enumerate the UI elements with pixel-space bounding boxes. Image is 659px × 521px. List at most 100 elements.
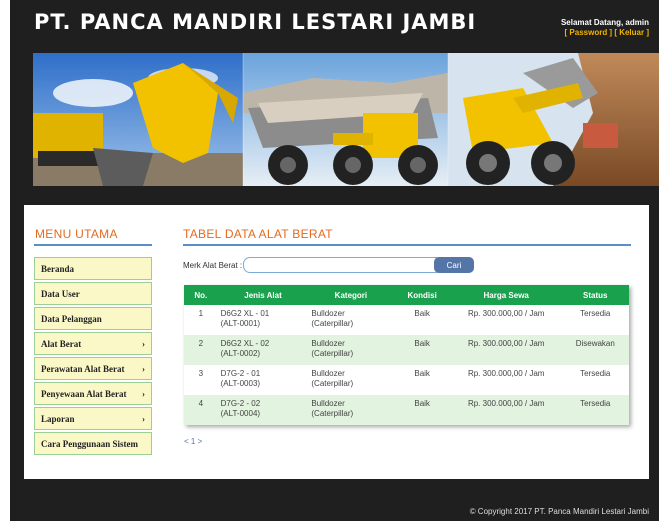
column-header: Kategori: [308, 285, 394, 305]
cell-text: Tersedia: [580, 399, 611, 408]
sidebar-item-label: Data User: [41, 288, 80, 299]
sidebar-item[interactable]: Alat Berat ›: [34, 332, 152, 355]
sidebar-item-label: Beranda: [41, 263, 75, 274]
table-cell: 4: [184, 395, 218, 425]
sidebar-item-label: Laporan: [41, 413, 75, 424]
sidebar-title-divider: [34, 244, 152, 246]
cell-text: D7G-2 - 01: [220, 369, 261, 378]
search-button[interactable]: Cari: [434, 257, 474, 273]
account-links: [ Password ] [ Keluar ]: [564, 28, 649, 37]
pagination[interactable]: < 1 >: [184, 437, 202, 446]
sidebar-item-label: Perawatan Alat Berat: [41, 363, 125, 374]
table-cell: Rp. 300.000,00 / Jam: [450, 395, 562, 425]
cell-text: Baik: [414, 339, 430, 348]
table-cell: 3: [184, 365, 218, 395]
table-cell: Baik: [393, 395, 451, 425]
column-header: Harga Sewa: [450, 285, 562, 305]
cell-text: Bulldozer: [311, 309, 345, 318]
table-cell: Bulldozer (Caterpillar): [308, 365, 394, 395]
cell-text: Rp. 300.000,00 / Jam: [467, 399, 545, 408]
sidebar-item-label: Penyewaan Alat Berat: [41, 388, 127, 399]
search-input[interactable]: [243, 257, 443, 273]
table-row: 3 D7G-2 - 01 (ALT-0003) Bulldozer (Caterpill…: [184, 365, 629, 395]
submenu-arrow-icon: ›: [142, 363, 145, 374]
logout-link[interactable]: Keluar: [619, 28, 644, 37]
table-cell: 1: [184, 305, 218, 335]
sidebar-item[interactable]: Penyewaan Alat Berat ›: [34, 382, 152, 405]
cell-text: Rp. 300.000,00 / Jam: [467, 309, 545, 318]
table-cell: D6G2 XL - 02 (ALT-0002): [217, 335, 309, 365]
column-header: Status: [561, 285, 629, 305]
sidebar-item[interactable]: Data User: [34, 282, 152, 305]
cell-text: Bulldozer: [311, 339, 345, 348]
cell-text: 4: [198, 399, 204, 408]
cell-text: D6G2 XL - 01: [220, 309, 270, 318]
cell-text: 3: [198, 369, 204, 378]
header-banner-image: [33, 53, 659, 186]
table-cell: Tersedia: [561, 365, 629, 395]
sidebar-title: MENU UTAMA: [35, 227, 118, 241]
column-header: Kondisi: [393, 285, 451, 305]
cell-text: Tersedia: [580, 309, 611, 318]
cell-text: Rp. 300.000,00 / Jam: [467, 369, 545, 378]
column-header: Jenis Alat: [217, 285, 309, 305]
sidebar-menu: Beranda Data User Data Pelanggan Alat Berat…: [34, 257, 152, 457]
table-cell: D7G-2 - 02 (ALT-0004): [217, 395, 309, 425]
table-cell: Baik: [393, 365, 451, 395]
cell-text: Baik: [414, 399, 430, 408]
table-cell: D7G-2 - 01 (ALT-0003): [217, 365, 309, 395]
cell-text: Baik: [414, 309, 430, 318]
table-cell: Bulldozer (Caterpillar): [308, 335, 394, 365]
table-cell: 2: [184, 335, 218, 365]
table-cell: Bulldozer (Caterpillar): [308, 305, 394, 335]
table-cell: Bulldozer (Caterpillar): [308, 395, 394, 425]
cell-text: (ALT-0001): [220, 319, 261, 328]
cell-text: D7G-2 - 02: [220, 399, 261, 408]
sidebar-item[interactable]: Beranda: [34, 257, 152, 280]
cell-text: (Caterpillar): [311, 349, 354, 358]
table-cell: Baik: [393, 305, 451, 335]
submenu-arrow-icon: ›: [142, 338, 145, 349]
sidebar-item-label: Data Pelanggan: [41, 313, 102, 324]
sidebar-item-label: Alat Berat: [41, 338, 82, 349]
site-title: PT. PANCA MANDIRI LESTARI JAMBI: [34, 10, 477, 34]
sidebar-item[interactable]: Laporan ›: [34, 407, 152, 430]
user-welcome: Selamat Datang, admin [ Password ] [ Kel…: [561, 18, 649, 38]
table-cell: Disewakan: [561, 335, 629, 365]
table-cell: D6G2 XL - 01 (ALT-0001): [217, 305, 309, 335]
sidebar-item[interactable]: Perawatan Alat Berat ›: [34, 357, 152, 380]
cell-text: Bulldozer: [311, 399, 345, 408]
column-header: No.: [184, 285, 218, 305]
page-title-divider: [183, 244, 631, 246]
cell-text: Rp. 300.000,00 / Jam: [467, 339, 545, 348]
cell-text: Bulldozer: [311, 369, 345, 378]
cell-text: Tersedia: [580, 369, 611, 378]
cell-text: (Caterpillar): [311, 409, 354, 418]
footer-copyright: © Copyright 2017 PT. Panca Mandiri Lesta…: [469, 507, 649, 516]
page-title: TABEL DATA ALAT BERAT: [183, 227, 333, 241]
cell-text: (ALT-0004): [220, 409, 261, 418]
table-row: 4 D7G-2 - 02 (ALT-0004) Bulldozer (Caterpill…: [184, 395, 629, 425]
search-label: Merk Alat Berat :: [183, 261, 243, 270]
sidebar-item-label: Cara Penggunaan Sistem: [41, 438, 139, 449]
table-cell: Baik: [393, 335, 451, 365]
table-cell: Tersedia: [561, 395, 629, 425]
content-area: MENU UTAMA Beranda Data User Data Pelangga…: [24, 205, 649, 479]
table-header-row: No. Jenis Alat Kategori Kondisi Harga Sewa St…: [184, 285, 629, 305]
cell-text: (ALT-0002): [220, 349, 261, 358]
welcome-text: Selamat Datang, admin: [560, 18, 649, 27]
submenu-arrow-icon: ›: [142, 413, 145, 424]
table-cell: Rp. 300.000,00 / Jam: [450, 365, 562, 395]
cell-text: (Caterpillar): [311, 379, 354, 388]
table-row: 2 D6G2 XL - 02 (ALT-0002) Bulldozer (Caterpi…: [184, 335, 629, 365]
heavy-equipment-table: No. Jenis Alat Kategori Kondisi Harga Sewa St…: [184, 285, 629, 425]
table-row: 1 D6G2 XL - 01 (ALT-0001) Bulldozer (Caterpi…: [184, 305, 629, 335]
table-cell: Rp. 300.000,00 / Jam: [450, 335, 562, 365]
table-cell: Tersedia: [561, 305, 629, 335]
sidebar-item[interactable]: Cara Penggunaan Sistem: [34, 432, 152, 455]
table-cell: Rp. 300.000,00 / Jam: [450, 305, 562, 335]
sidebar-item[interactable]: Data Pelanggan: [34, 307, 152, 330]
password-link[interactable]: Password: [569, 28, 607, 37]
cell-text: D6G2 XL - 02: [220, 339, 270, 348]
cell-text: (Caterpillar): [311, 319, 354, 328]
